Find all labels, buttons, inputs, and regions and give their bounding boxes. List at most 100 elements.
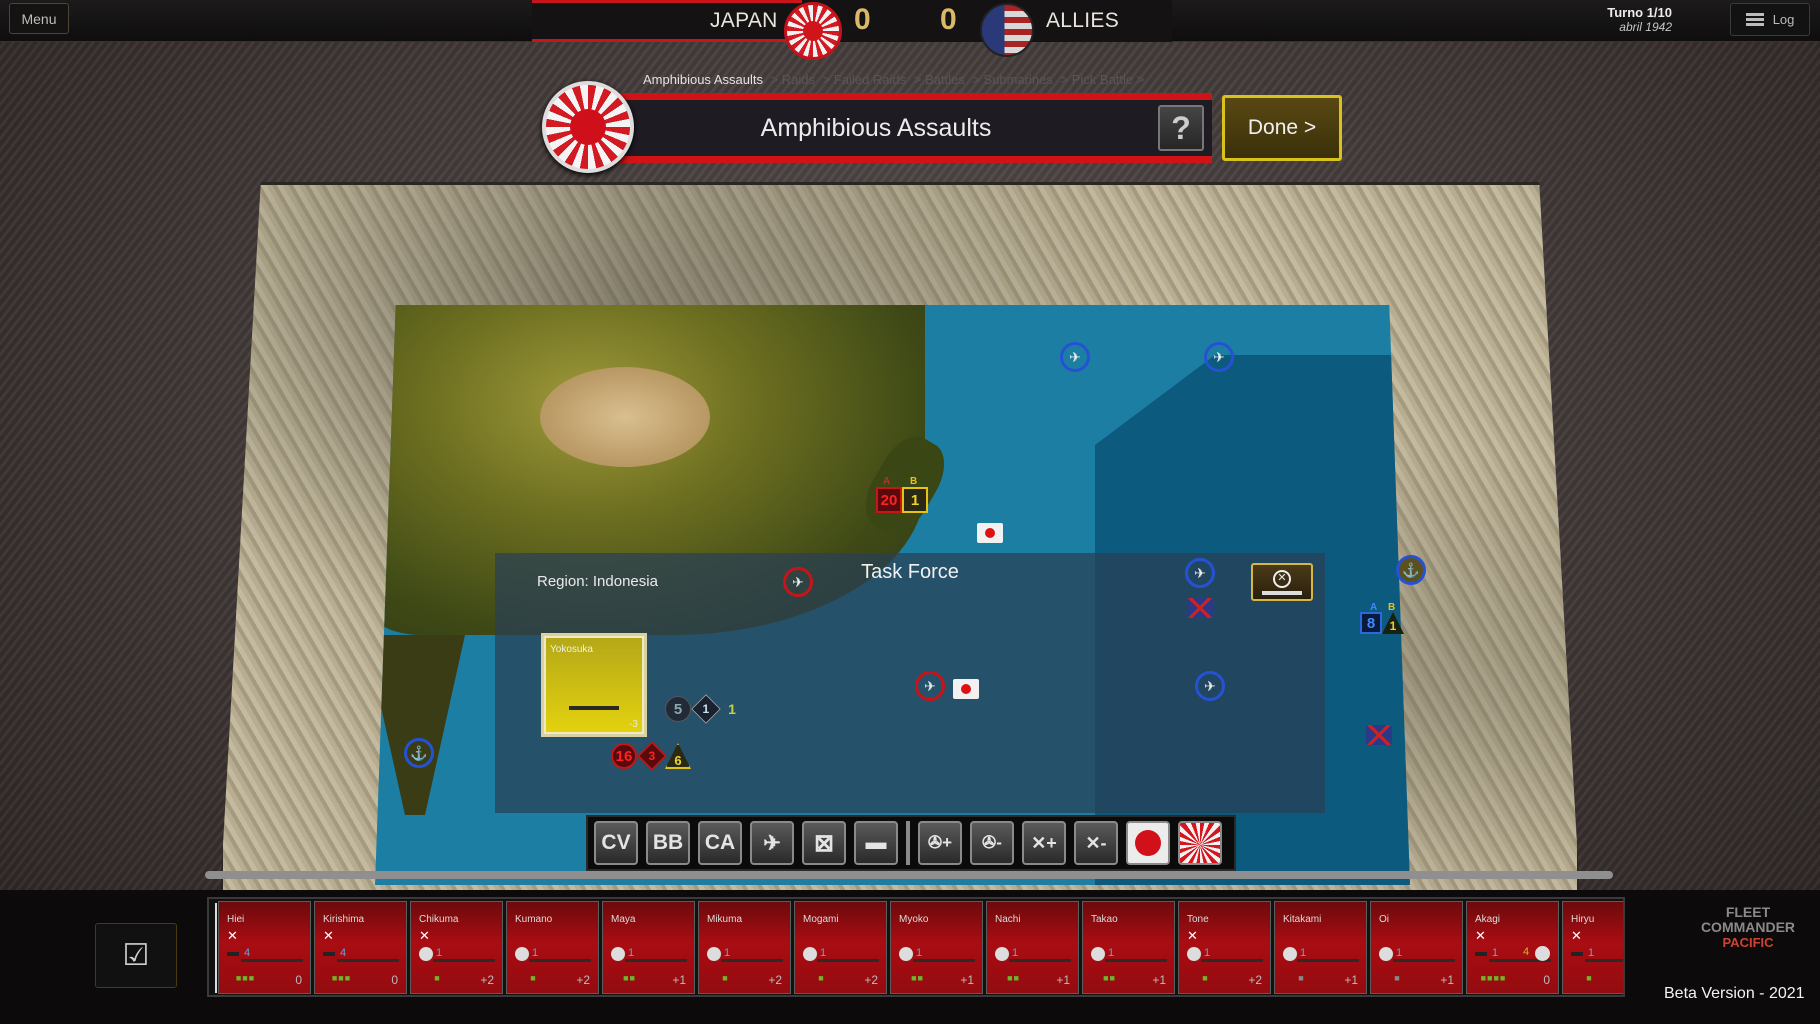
close-task-force-button[interactable]: ✕ <box>1251 563 1313 601</box>
ship-card[interactable]: Akagi ✕ 1 4 ■■■■ 0 <box>1466 901 1559 994</box>
ship-name: Kumano <box>515 914 553 925</box>
ship-silhouette-icon <box>1201 959 1263 962</box>
gun-icon <box>1091 947 1105 961</box>
ship-modifier: 0 <box>295 973 302 987</box>
allied-fleet-counter-a[interactable]: 8 <box>1360 612 1382 634</box>
filter-army-button[interactable]: ⊠ <box>802 821 846 865</box>
gun-value: 1 <box>436 947 443 959</box>
japan-flag-filter-button[interactable] <box>1126 821 1170 865</box>
game-logo: FLEET COMMANDER PACIFIC <box>1693 905 1803 975</box>
gun-value: 4 <box>244 947 251 959</box>
ship-card[interactable]: Mogami 1 ■ +2 <box>794 901 887 994</box>
japan-air-base-icon[interactable]: ✈ <box>915 671 945 701</box>
breadcrumb-step: Amphibious Assaults <box>643 72 763 87</box>
done-button[interactable]: Done > <box>1222 95 1342 161</box>
ship-card[interactable]: Tone ✕ 1 ■ +2 <box>1178 901 1271 994</box>
ship-modifier: +2 <box>1248 973 1262 987</box>
map-scrollbar[interactable] <box>205 871 1613 879</box>
filter-cv-button[interactable]: CV <box>594 821 638 865</box>
gun-value: 1 <box>1300 947 1307 959</box>
gun-value: 1 <box>1588 947 1595 959</box>
filter-torpedo-button[interactable]: ▬ <box>854 821 898 865</box>
indochina-counter-b-value: 3 <box>648 749 656 763</box>
indochina-counter-c[interactable]: 6 <box>665 743 691 769</box>
filter-bb-button[interactable]: BB <box>646 821 690 865</box>
ship-silhouette-icon <box>433 959 495 962</box>
log-button[interactable]: Log <box>1730 3 1810 36</box>
ship-card[interactable]: Mikuma 1 ■ +2 <box>698 901 791 994</box>
indochina-counter-b[interactable]: 3 <box>637 741 667 771</box>
ship-card[interactable]: Chikuma ✕ 1 ■ +2 <box>410 901 503 994</box>
ship-silhouette-icon <box>1297 959 1359 962</box>
ship-name: Mikuma <box>707 914 743 925</box>
fan-plus-button[interactable]: ✇+ <box>918 821 962 865</box>
philippines-counter-a[interactable]: 5 <box>665 696 691 722</box>
japan-score: 0 <box>854 3 871 36</box>
ship-silhouette-icon <box>529 959 591 962</box>
gun-icon <box>1283 947 1297 961</box>
allied-air-base-icon[interactable]: ✈ <box>1195 671 1225 701</box>
ship-silhouette-icon <box>241 959 303 962</box>
counter-label-b: B <box>1388 602 1396 613</box>
ship-card[interactable]: Hiryu ✕ 1 ■ <box>1562 901 1623 994</box>
confirm-task-force-button[interactable]: ☑ <box>95 923 177 988</box>
repair-minus-button[interactable]: ✕- <box>1074 821 1118 865</box>
filter-ca-button[interactable]: CA <box>698 821 742 865</box>
japan-air-base-icon[interactable]: ✈ <box>783 567 813 597</box>
help-button[interactable]: ? <box>1158 105 1204 151</box>
aircraft-icon <box>1535 946 1550 961</box>
ship-card[interactable]: Kirishima ✕ 4 ■■■ 0 <box>314 901 407 994</box>
turn-date: abril 1942 <box>1619 20 1672 34</box>
japan-control-flag-icon <box>977 523 1003 543</box>
gun-value: 1 <box>1012 947 1019 959</box>
ship-card-strip[interactable]: Hiei ✕ 4 ■■■ 0 Kirishima ✕ 4 ■■■ 0 Chikuma ✕ 1 ■ +2 Kum… <box>207 897 1625 997</box>
wrench-plus-icon: ✕+ <box>1031 832 1057 853</box>
airplane-icon: ✈ <box>763 831 781 855</box>
filter-aircraft-button[interactable]: ✈ <box>750 821 794 865</box>
philippines-counter-b-value: 1 <box>702 702 710 716</box>
ship-modifier: +2 <box>576 973 590 987</box>
japan-home-counter-a[interactable]: 20 <box>876 487 902 513</box>
rising-sun-filter-button[interactable] <box>1178 821 1222 865</box>
ship-modifier: +1 <box>1344 973 1358 987</box>
allied-control-flag-icon <box>1187 598 1213 618</box>
fan-minus-button[interactable]: ✇- <box>970 821 1014 865</box>
allied-port-icon[interactable]: ⚓ <box>1396 555 1426 585</box>
japan-flag-icon <box>1135 830 1161 856</box>
ship-card[interactable]: Kumano 1 ■ +2 <box>506 901 599 994</box>
ship-rating: ■ <box>1202 973 1209 983</box>
ship-card[interactable]: Myoko 1 ■■ +1 <box>890 901 983 994</box>
ship-rating: ■ <box>1394 973 1401 983</box>
close-icon: ✕ <box>1273 569 1291 588</box>
repair-plus-button[interactable]: ✕+ <box>1022 821 1066 865</box>
allied-air-base-icon[interactable]: ✈ <box>1204 342 1234 372</box>
ship-silhouette-icon <box>721 959 783 962</box>
ship-card[interactable]: Maya 1 ■■ +1 <box>602 901 695 994</box>
port-card-yokosuka[interactable]: Yokosuka -3 <box>541 633 647 737</box>
philippines-counter-b[interactable]: 1 <box>691 694 721 724</box>
ship-modifier: +2 <box>480 973 494 987</box>
ship-name: Kirishima <box>323 914 365 925</box>
ship-silhouette-icon <box>1105 959 1167 962</box>
ship-card[interactable]: Hiei ✕ 4 ■■■ 0 <box>218 901 311 994</box>
japan-home-counter-b[interactable]: 1 <box>902 487 928 513</box>
indochina-counter-a[interactable]: 16 <box>611 743 637 769</box>
ship-card[interactable]: Takao 1 ■■ +1 <box>1082 901 1175 994</box>
repair-icon: ✕ <box>419 928 430 943</box>
ship-card[interactable]: Nachi 1 ■■ +1 <box>986 901 1079 994</box>
allied-air-base-icon[interactable]: ✈ <box>1060 342 1090 372</box>
task-force-panel: Region: Indonesia Task Force ✕ Yokosuka … <box>495 553 1325 813</box>
gun-value: 1 <box>1108 947 1115 959</box>
ship-name: Nachi <box>995 914 1021 925</box>
ship-card[interactable]: Kitakami 1 ■ +1 <box>1274 901 1367 994</box>
repair-icon: ✕ <box>1187 928 1198 943</box>
philippines-counter-c[interactable]: 1 <box>719 696 745 722</box>
menu-button[interactable]: Menu <box>9 3 69 34</box>
allied-air-base-icon[interactable]: ✈ <box>1185 558 1215 588</box>
ship-card[interactable]: Oi 1 ■ +1 <box>1370 901 1463 994</box>
allied-port-icon[interactable]: ⚓ <box>404 738 434 768</box>
gun-value: 1 <box>532 947 539 959</box>
breadcrumb-step: > Battles <box>913 72 965 87</box>
toolbar-divider <box>906 821 910 865</box>
ship-modifier: 0 <box>391 973 398 987</box>
